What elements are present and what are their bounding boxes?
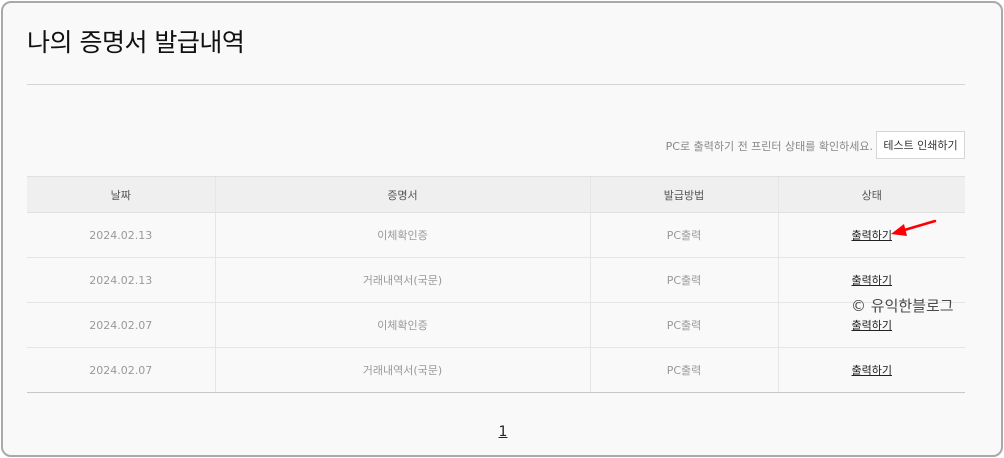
column-header-certificate: 증명서 [214, 176, 590, 213]
table-row: 2024.02.13 거래내역서(국문) PC출력 출력하기 [27, 257, 965, 303]
row-status-cell: 출력하기 [777, 347, 965, 393]
printer-notice: PC로 출력하기 전 프린터 상태를 확인하세요. [665, 140, 873, 153]
pagination: 1 [3, 421, 1001, 440]
print-link[interactable]: 출력하기 [852, 364, 892, 377]
row-date: 2024.02.13 [27, 212, 215, 258]
print-link[interactable]: 출력하기 [852, 229, 892, 242]
row-date: 2024.02.13 [27, 257, 215, 303]
page-title: 나의 증명서 발급내역 [27, 28, 245, 57]
page-number-current[interactable]: 1 [499, 424, 508, 440]
title-divider [27, 84, 965, 85]
row-date: 2024.02.07 [27, 302, 215, 348]
blog-watermark: © 유익한블로그 [851, 297, 954, 315]
print-link[interactable]: 출력하기 [852, 274, 892, 287]
column-header-date: 날짜 [27, 176, 215, 213]
row-method: PC출력 [589, 347, 778, 393]
red-arrow-icon [891, 219, 937, 236]
column-header-status: 상태 [777, 176, 965, 213]
row-method: PC출력 [589, 212, 778, 258]
row-certificate: 이체확인증 [214, 212, 590, 258]
certificate-history-table: 날짜 증명서 발급방법 상태 2024.02.13 이체확인증 PC출력 출력하… [27, 176, 965, 393]
column-header-method: 발급방법 [589, 176, 778, 213]
test-print-button[interactable]: 테스트 인쇄하기 [876, 131, 965, 159]
row-certificate: 이체확인증 [214, 302, 590, 348]
table-header-row: 날짜 증명서 발급방법 상태 [27, 176, 965, 213]
content-panel: 나의 증명서 발급내역 PC로 출력하기 전 프린터 상태를 확인하세요. 테스… [1, 1, 1003, 457]
row-date: 2024.02.07 [27, 347, 215, 393]
row-method: PC출력 [589, 257, 778, 303]
row-certificate: 거래내역서(국문) [214, 257, 590, 303]
row-certificate: 거래내역서(국문) [214, 347, 590, 393]
table-row: 2024.02.07 거래내역서(국문) PC출력 출력하기 [27, 347, 965, 393]
print-link[interactable]: 출력하기 [852, 319, 892, 332]
table-row: 2024.02.13 이체확인증 PC출력 출력하기 [27, 212, 965, 258]
table-row: 2024.02.07 이체확인증 PC출력 출력하기 [27, 302, 965, 348]
row-method: PC출력 [589, 302, 778, 348]
